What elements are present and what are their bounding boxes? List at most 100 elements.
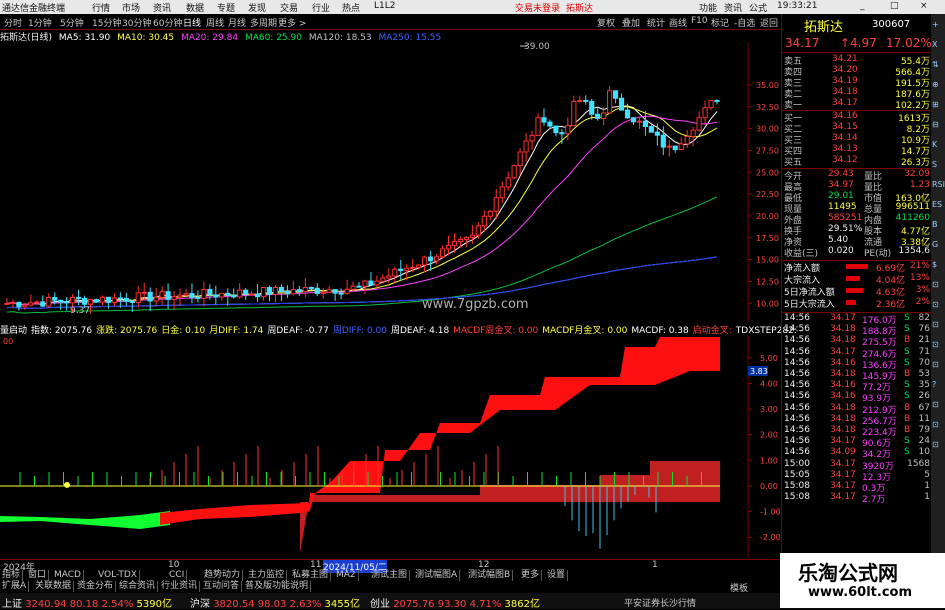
period-fenshi[interactable]: 分时 <box>4 16 22 29</box>
red-trail-band <box>160 503 310 525</box>
stock-ad-link[interactable]: 拓斯达 <box>566 1 593 14</box>
menu-item-hangqing[interactable]: 行情 <box>92 1 110 14</box>
stat-label: 收益(三) <box>784 249 819 259</box>
tab-11[interactable]: 测试幅图B <box>466 570 514 581</box>
sidebar-tool-icon[interactable]: ⊡ <box>932 400 939 409</box>
minimize-icon[interactable]: _ <box>860 1 865 11</box>
info-tab-4[interactable]: 行业资讯 <box>159 581 201 592</box>
menu-item-zhuanti[interactable]: 专题 <box>217 1 235 14</box>
sidebar-tool-icon[interactable]: K <box>932 140 937 149</box>
close-icon[interactable]: × <box>920 1 928 11</box>
period-weekly[interactable]: 周线 <box>206 16 224 29</box>
sidebar-tool-icon[interactable]: ⊡ <box>932 280 939 289</box>
tick-price: 34.16 <box>830 357 856 368</box>
sidebar-tool-icon[interactable]: ⊡ <box>932 440 939 449</box>
menu-item-faxian[interactable]: 发现 <box>248 1 266 14</box>
sidebar-tool-icon[interactable]: X <box>932 40 937 49</box>
tick-price: 34.17 <box>830 458 856 469</box>
menu-item-hangye[interactable]: 行业 <box>312 1 330 14</box>
info-tab-6[interactable]: 普及版功能说明 <box>243 581 312 592</box>
tab-2[interactable]: MACD <box>52 570 84 581</box>
sidebar-tool-icon[interactable]: G <box>932 240 938 249</box>
period-30min[interactable]: 30分钟 <box>122 16 151 29</box>
tick-price: 34.17 <box>830 313 856 323</box>
period-multi[interactable]: 多周期 <box>250 16 277 29</box>
sidebar-tool-icon[interactable]: $ <box>932 260 937 269</box>
tab-10[interactable]: 测试幅图A <box>413 570 461 581</box>
tab-9[interactable]: 测试主图 <box>369 570 411 581</box>
tab-4[interactable]: CCI <box>167 570 188 581</box>
sidebar-tool-icon[interactable]: RSI <box>932 180 945 189</box>
toolbar-huaxian[interactable]: 画线 <box>669 16 687 29</box>
sidebar-tool-icon[interactable]: ⊡ <box>932 360 939 369</box>
menu-item-jiaoyi[interactable]: 交易 <box>280 1 298 14</box>
menu-item-l1l2[interactable]: L1L2 <box>374 1 395 11</box>
period-5min[interactable]: 5分钟 <box>60 16 84 29</box>
toolbar-fuquan[interactable]: 复权 <box>597 16 615 29</box>
toolbar-biaoji[interactable]: 标记 <box>711 16 729 29</box>
info-tab-1[interactable]: 关联数据 <box>33 581 75 592</box>
index-cy[interactable]: 创业 2075.76 93.30 4.71% 3862亿 <box>370 595 540 610</box>
sidebar-tool-icon[interactable]: + <box>932 20 939 29</box>
sidebar-tool-icon[interactable]: ⊡ <box>932 420 939 429</box>
tab-6[interactable]: 主力监控 <box>246 570 288 581</box>
toolbar-fanhui[interactable]: 返回 <box>760 16 778 29</box>
tab-1[interactable]: 窗口 <box>26 570 50 581</box>
index-sh[interactable]: 上证 3240.94 80.18 2.54% 5390亿 <box>2 595 172 610</box>
tick-time: 14:56 <box>784 391 810 402</box>
period-more[interactable]: 更多 > <box>278 16 306 29</box>
menu-item-shichang[interactable]: 市场 <box>122 1 140 14</box>
tab-3[interactable]: VOL-TDX <box>96 570 140 581</box>
tick-count: 1 <box>924 492 930 503</box>
period-bar: 分时 1分钟 5分钟 15分钟 30分钟 60分钟 日线 周线 月线 多周期 更… <box>0 14 780 30</box>
candlestick-chart[interactable]: 35.00 32.50 30.00 27.50 25.00 22.50 20.00 17.50… <box>0 42 780 322</box>
menu-item-gongneng[interactable]: 功能 <box>699 1 717 14</box>
price-axis-tick: 30.00 <box>756 125 779 134</box>
menu-item-redian[interactable]: 热点 <box>342 1 360 14</box>
sidebar-tool-icon[interactable]: ⊟ <box>932 120 939 129</box>
sidebar-tool-icon[interactable]: ⊡ <box>932 300 939 309</box>
sidebar-tool-icon[interactable]: ? <box>932 380 936 389</box>
period-daily[interactable]: 日线 <box>183 16 201 29</box>
index-hs[interactable]: 沪深 3820.54 98.03 2.63% 3455亿 <box>190 595 360 610</box>
sidebar-tool-icon[interactable]: B <box>932 220 938 229</box>
sidebar-tool-icon[interactable]: S <box>932 160 937 169</box>
period-1min[interactable]: 1分钟 <box>28 16 52 29</box>
tab-8[interactable]: MA2 <box>334 570 359 581</box>
menu-item-zixun2[interactable]: 资讯 <box>724 1 742 14</box>
toolbar-f10[interactable]: F10 <box>691 16 708 26</box>
tab-12[interactable]: 更多 <box>519 570 543 581</box>
trade-login-link[interactable]: 交易未登录 <box>515 1 560 14</box>
info-tab-2[interactable]: 资金分布 <box>75 581 117 592</box>
sidebar-tool-icon[interactable]: ⇅ <box>932 60 939 69</box>
stat-row: 最低 29.01 市值 163.0亿 <box>784 191 930 204</box>
tab-5[interactable]: 趋势动力 <box>202 570 244 581</box>
menu-item-shuju[interactable]: 数据 <box>186 1 204 14</box>
maximize-icon[interactable]: □ <box>890 1 899 11</box>
info-tab-3[interactable]: 综合资讯 <box>117 581 159 592</box>
tab-0[interactable]: 指标 <box>0 570 24 581</box>
sidebar-tool-icon[interactable]: ⊡ <box>932 320 939 329</box>
indicator-chart[interactable]: 5.004.003.002.001.000.00-1.00-2.00 3.83 … <box>0 335 780 558</box>
toolbar-tongji[interactable]: 统计 <box>647 16 665 29</box>
tick-side: B <box>904 335 911 346</box>
info-tab-5[interactable]: 互动问答 <box>201 581 243 592</box>
tick-time: 15:08 <box>784 492 810 503</box>
toolbar-zixuan[interactable]: -自选 <box>734 16 755 29</box>
toolbar-diejia[interactable]: 叠加 <box>622 16 640 29</box>
period-15min[interactable]: 15分钟 <box>92 16 121 29</box>
tab-7[interactable]: 私募主图 <box>290 570 332 581</box>
sidebar-tool-icon[interactable]: ⊕ <box>932 80 939 89</box>
tab-13[interactable]: 设置 <box>545 570 569 581</box>
period-60min[interactable]: 60分钟 <box>153 16 182 29</box>
menu-item-zixun[interactable]: 资讯 <box>153 1 171 14</box>
tick-side: S <box>904 357 910 368</box>
info-tab-0[interactable]: 扩展A <box>0 581 30 592</box>
stat-value: 0.020 <box>828 246 854 256</box>
sidebar-tool-icon[interactable]: ⊞ <box>932 100 939 109</box>
sidebar-tool-icon[interactable]: ES <box>932 200 942 209</box>
price-axis-tick: 15.00 <box>756 256 779 265</box>
menu-item-gongshi[interactable]: 公式 <box>749 1 767 14</box>
period-monthly[interactable]: 月线 <box>228 16 246 29</box>
sidebar-tool-icon[interactable]: ⊡ <box>932 340 939 349</box>
